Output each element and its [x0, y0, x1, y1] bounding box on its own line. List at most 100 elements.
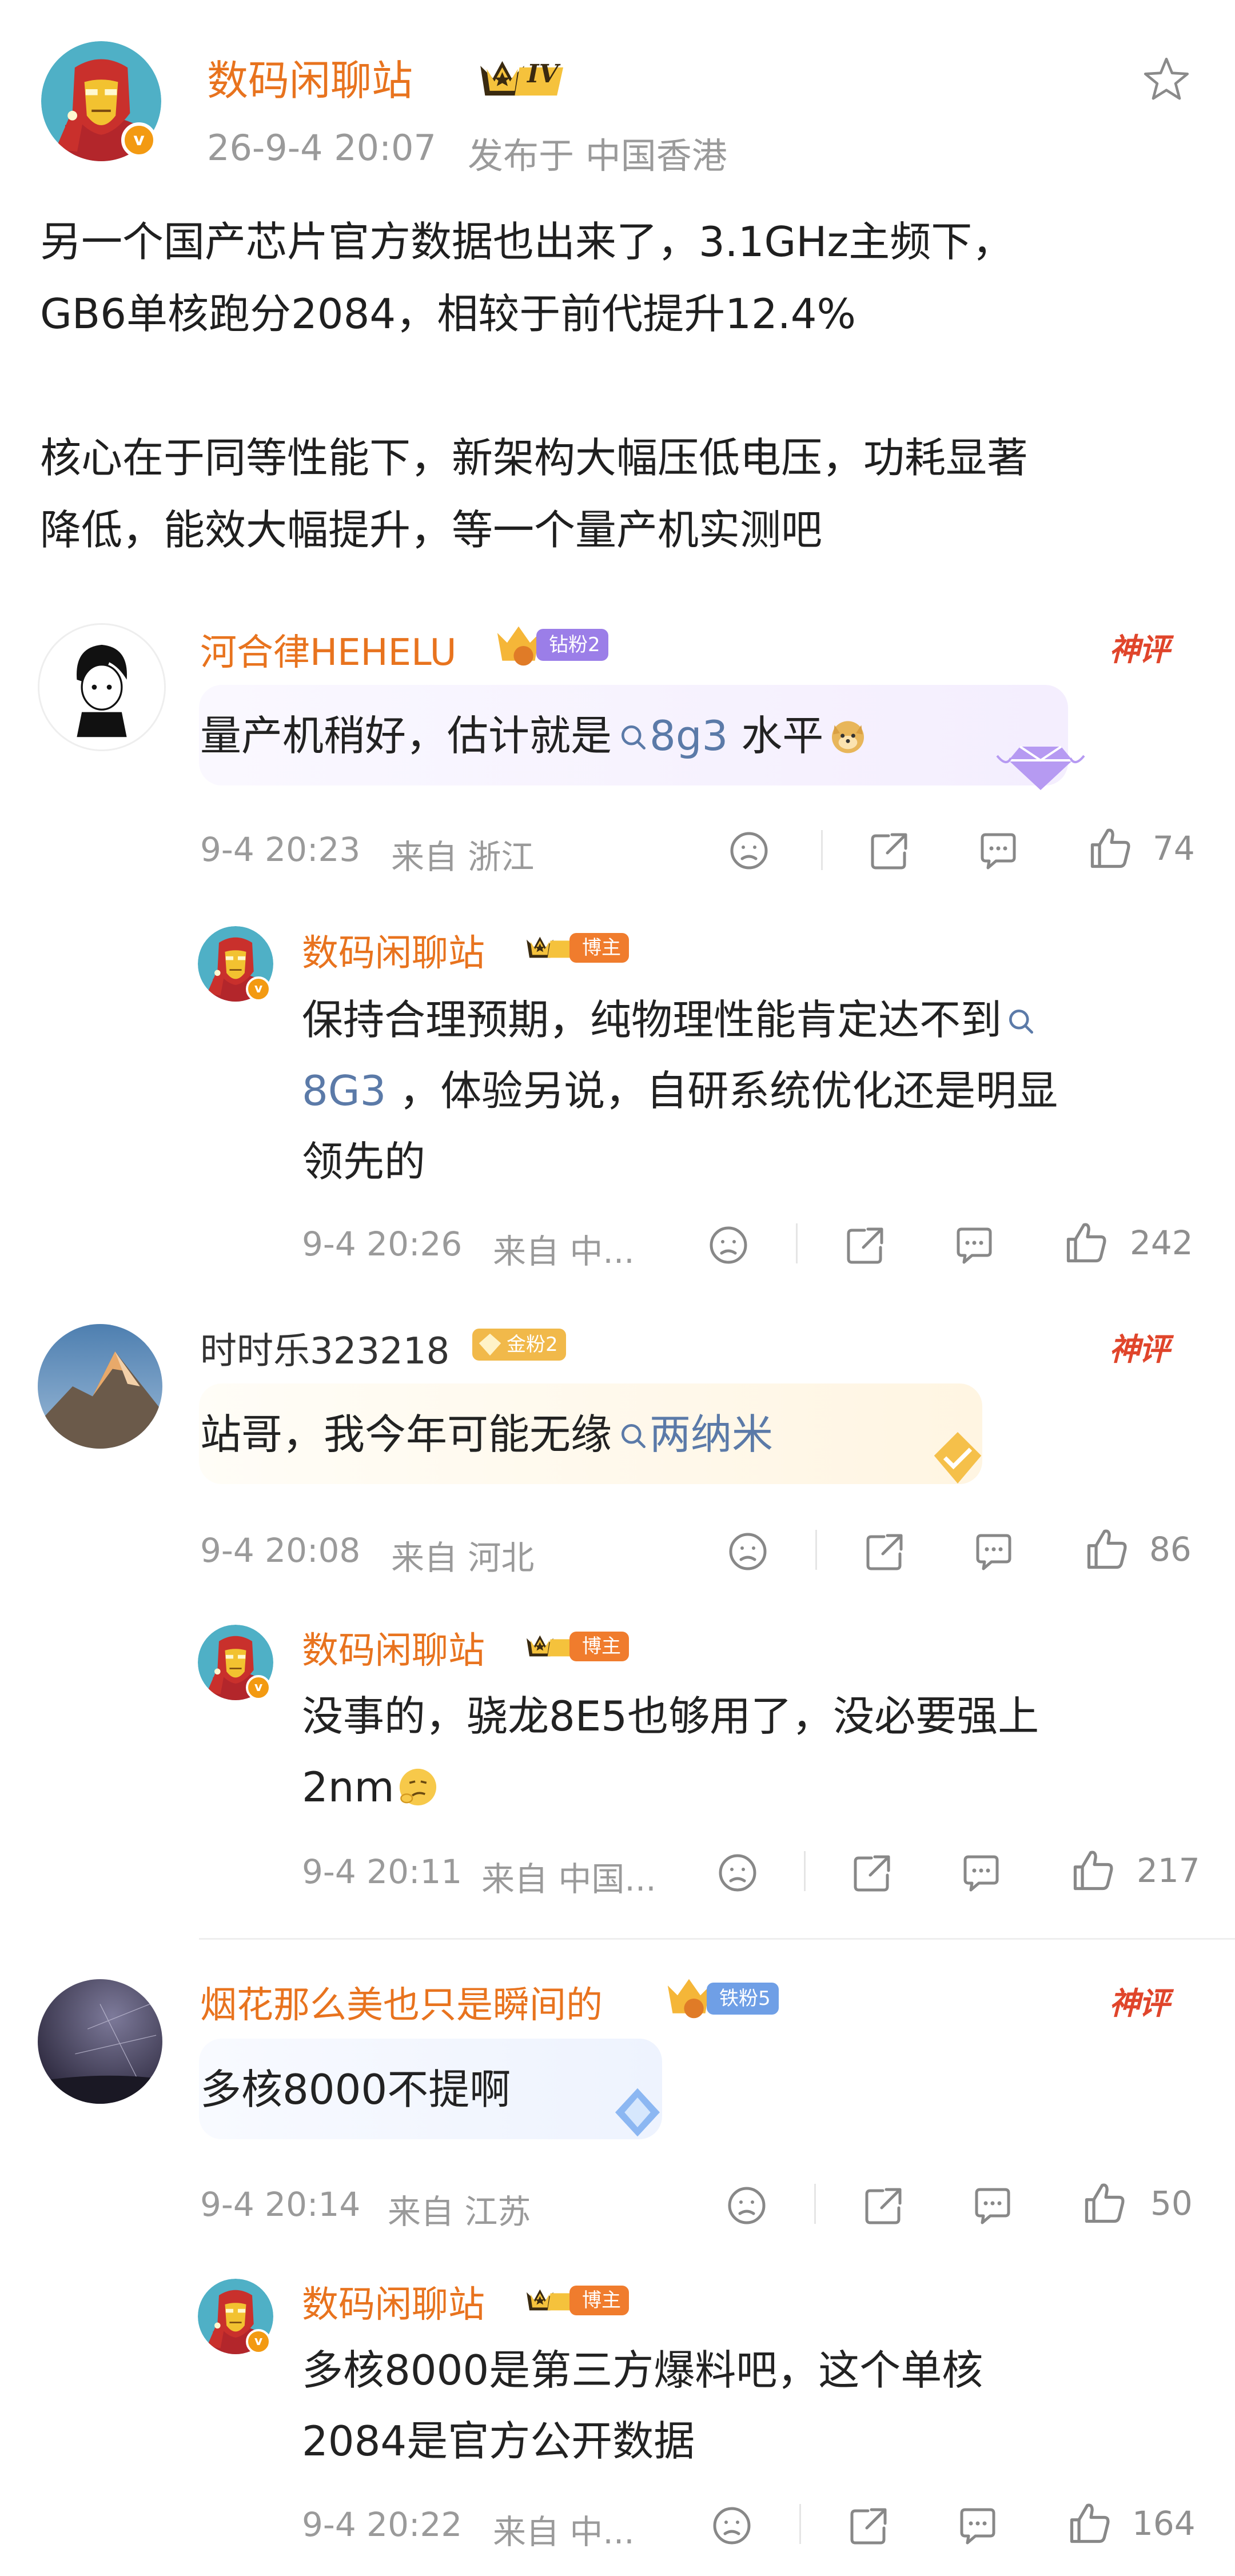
search-icon	[618, 721, 650, 753]
verified-badge-icon: v	[246, 976, 271, 1002]
thread-divider	[199, 1938, 1235, 1940]
reply-time: 9-4 20:11	[302, 1852, 463, 1891]
comment-location: 来自 江苏	[388, 2192, 531, 2231]
blogger-badge: 博主	[569, 2286, 629, 2315]
author-name[interactable]: 数码闲聊站	[207, 47, 413, 107]
reply-line: 2nm	[302, 1763, 395, 1811]
share-icon[interactable]	[862, 1529, 908, 1574]
reply-time: 9-4 20:22	[302, 2505, 463, 2544]
reply-line: 没事的，骁龙8E5也够用了，没必要强上	[302, 1692, 1039, 1740]
share-icon[interactable]	[843, 1222, 889, 1268]
gold-crown-icon	[479, 1333, 501, 1356]
dislike-face-icon[interactable]	[726, 828, 772, 874]
post-body: 另一个国产芯片官方数据也出来了，3.1GHz主频下， GB6单核跑分2084，相…	[40, 206, 1028, 566]
dislike-face-icon[interactable]	[725, 1529, 771, 1574]
like-count: 86	[1149, 1530, 1192, 1569]
commenter-name[interactable]: 河合律HEHELU	[200, 623, 456, 676]
reply-text: 没事的，骁龙8E5也够用了，没必要强上 2nm	[302, 1681, 1039, 1823]
dislike-face-icon[interactable]	[715, 1850, 760, 1896]
comment-text: 站哥，我今年可能无缘 两纳米	[200, 1401, 773, 1461]
commenter-name[interactable]: 烟花那么美也只是瞬间的	[200, 1976, 603, 2028]
fan-badge: 铁粉5	[707, 1983, 779, 2015]
divider	[814, 2184, 816, 2224]
search-link[interactable]: 8G3	[302, 1067, 386, 1115]
like-icon[interactable]	[1086, 824, 1134, 872]
blogger-badge: 博主	[569, 933, 629, 963]
share-icon[interactable]	[846, 2503, 892, 2549]
reply-comment-icon[interactable]	[958, 1850, 1004, 1896]
share-icon[interactable]	[867, 828, 913, 874]
verified-badge-icon: v	[121, 122, 157, 158]
shenping-badge: 神评	[1109, 631, 1170, 668]
reply-comment-icon[interactable]	[955, 2503, 1001, 2549]
comment-location: 来自 浙江	[391, 838, 535, 876]
comment-text-before: 站哥，我今年可能无缘	[200, 1410, 612, 1458]
reply-author-name[interactable]: 数码闲聊站	[302, 924, 485, 976]
reply-text: 保持合理预期，纯物理性能肯定达不到 8G3 ，体验另说，自研系统优化还是明显 领…	[302, 984, 1058, 1197]
reply-line: ，体验另说，自研系统优化还是明显	[386, 1067, 1058, 1115]
post-line: GB6单核跑分2084，相较于前代提升12.4%	[40, 290, 856, 338]
reply-line: 保持合理预期，纯物理性能肯定达不到	[302, 996, 1002, 1044]
comment-text-before: 量产机稍好，估计就是	[200, 712, 612, 760]
favorite-star-icon[interactable]	[1140, 54, 1193, 106]
like-icon[interactable]	[1069, 1847, 1117, 1895]
search-icon	[1005, 1006, 1037, 1038]
comment-text: 量产机稍好，估计就是 8g3 水平	[200, 702, 868, 762]
post-line: 降低，能效大幅提升，等一个量产机实测吧	[40, 506, 823, 554]
reply-text: 多核8000是第三方爆料吧，这个单核 2084是官方公开数据	[302, 2335, 983, 2477]
post-time: 26-9-4 20:07	[207, 127, 436, 169]
thinking-emoji-icon	[397, 1766, 439, 1808]
like-icon[interactable]	[1081, 2179, 1129, 2227]
divider	[821, 830, 823, 870]
reply-time: 9-4 20:26	[302, 1225, 463, 1263]
commenter-name[interactable]: 时时乐323218	[200, 1322, 449, 1374]
divider	[804, 1851, 806, 1891]
like-count: 50	[1150, 2184, 1193, 2223]
dislike-face-icon[interactable]	[724, 2183, 770, 2228]
post-location: 发布于 中国香港	[468, 135, 727, 177]
commenter-avatar[interactable]	[38, 1324, 162, 1449]
reply-location: 来自 中...	[493, 2513, 635, 2551]
reply-comment-icon[interactable]	[975, 828, 1021, 874]
reply-line: 领先的	[302, 1138, 426, 1186]
like-icon[interactable]	[1062, 1219, 1110, 1267]
commenter-avatar[interactable]	[38, 1979, 162, 2104]
like-icon[interactable]	[1083, 1525, 1131, 1573]
reply-line: 2084是官方公开数据	[302, 2417, 695, 2465]
doge-emoji-icon	[828, 716, 868, 756]
like-count: 217	[1137, 1851, 1200, 1890]
post-line: 另一个国产芯片官方数据也出来了，3.1GHz主频下，	[40, 218, 1014, 266]
fan-badge: 钻粉2	[536, 629, 608, 661]
reply-location: 来自 中国...	[481, 1860, 656, 1899]
gold-diamond-icon	[934, 1432, 982, 1484]
post-line	[40, 350, 1028, 422]
blogger-badge: 博主	[569, 1632, 629, 1661]
comment-time: 9-4 20:23	[200, 830, 361, 869]
share-icon[interactable]	[850, 1850, 895, 1896]
like-count: 164	[1132, 2504, 1196, 2543]
comment-text: 多核8000不提啊	[200, 2065, 511, 2114]
shenping-badge: 神评	[1109, 1331, 1170, 1367]
like-count: 242	[1130, 1223, 1193, 1262]
shenping-badge: 神评	[1109, 1985, 1170, 2021]
reply-author-name[interactable]: 数码闲聊站	[302, 1621, 485, 1674]
commenter-avatar[interactable]	[38, 623, 166, 751]
dislike-face-icon[interactable]	[709, 2503, 755, 2549]
post-line: 核心在于同等性能下，新架构大幅压低电压，功耗显著	[40, 434, 1029, 482]
blue-diamond-icon	[615, 2088, 660, 2137]
reply-comment-icon[interactable]	[970, 2183, 1015, 2228]
reply-line: 多核8000是第三方爆料吧，这个单核	[302, 2346, 983, 2394]
share-icon[interactable]	[861, 2183, 907, 2228]
dislike-face-icon[interactable]	[706, 1222, 751, 1268]
search-link[interactable]: 两纳米	[650, 1410, 773, 1458]
like-count: 74	[1153, 829, 1195, 868]
like-icon[interactable]	[1066, 2499, 1114, 2547]
level-crown-icon	[461, 55, 584, 102]
search-icon	[618, 1420, 650, 1452]
search-link[interactable]: 8g3	[650, 712, 728, 760]
reply-location: 来自 中...	[493, 1232, 635, 1271]
reply-author-name[interactable]: 数码闲聊站	[302, 2275, 485, 2328]
reply-comment-icon[interactable]	[971, 1529, 1017, 1574]
comment-time: 9-4 20:14	[200, 2185, 361, 2224]
reply-comment-icon[interactable]	[951, 1222, 997, 1268]
